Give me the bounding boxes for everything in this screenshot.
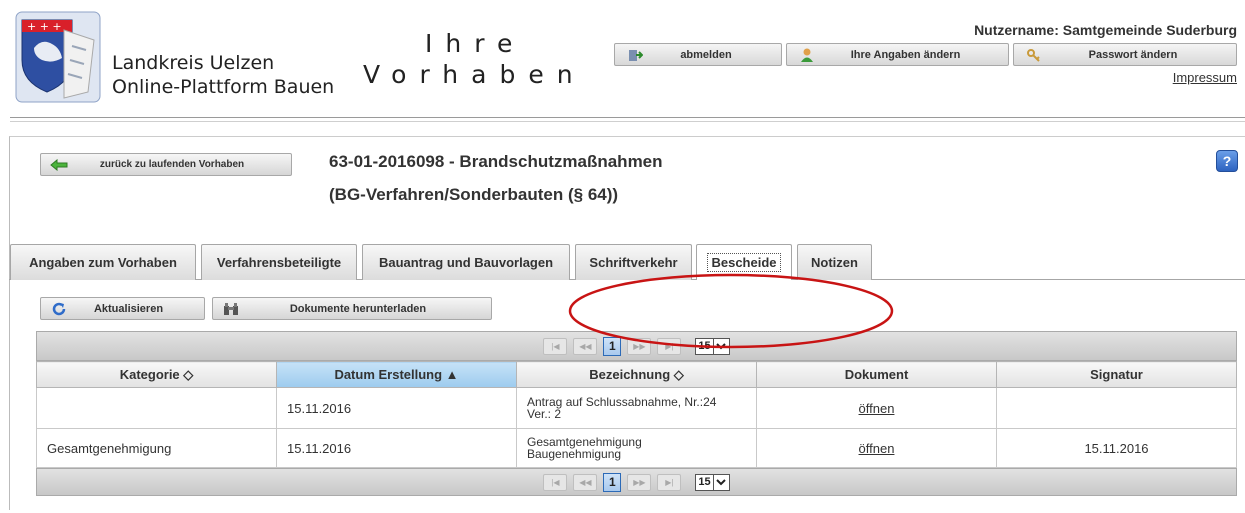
cell-signatur: [996, 387, 1237, 429]
column-header-bezeichnung[interactable]: Bezeichnung ◇: [516, 361, 757, 388]
bezeichnung-line2: Baugenehmigung: [527, 447, 622, 461]
user-icon: [797, 47, 817, 63]
refresh-button[interactable]: Aktualisieren: [40, 297, 205, 320]
tab-label: Schriftverkehr: [589, 255, 678, 270]
cell-datum: 15.11.2016: [276, 387, 517, 429]
tab-schriftverkehr[interactable]: Schriftverkehr: [575, 244, 692, 280]
content-left-border: [9, 280, 10, 510]
column-header-signatur: Signatur: [996, 361, 1237, 388]
arrow-left-icon: [49, 158, 69, 171]
header-divider: [10, 117, 1245, 118]
change-password-label: Passwort ändern: [1088, 48, 1178, 61]
current-page-button[interactable]: 1: [603, 472, 622, 492]
logout-door-icon: [625, 47, 645, 63]
logout-button[interactable]: abmelden: [614, 43, 782, 66]
pager-top: |◀ ◀◀ 1 ▶▶ ▶| 15: [36, 331, 1237, 361]
change-password-button[interactable]: Passwort ändern: [1013, 43, 1237, 66]
table-row[interactable]: 15.11.2016 Antrag auf Schlussabnahme, Nr…: [36, 387, 1237, 429]
tab-label: Bescheide: [707, 253, 781, 272]
first-page-icon[interactable]: |◀: [543, 337, 568, 355]
chevron-down-icon: [712, 338, 729, 354]
refresh-label: Aktualisieren: [93, 302, 164, 315]
tab-bescheide[interactable]: Bescheide: [696, 244, 792, 280]
header-divider-secondary: [10, 121, 1245, 122]
project-title: 63-01-2016098 - Brandschutzmaßnahmen: [329, 152, 663, 171]
edit-profile-label: Ihre Angaben ändern: [850, 48, 961, 61]
tab-label: Verfahrensbeteiligte: [216, 255, 342, 270]
refresh-icon: [49, 301, 69, 317]
cell-dokument: öffnen: [756, 387, 997, 429]
district-coat-of-arms-logo: + + +: [14, 10, 102, 104]
back-to-projects-label: zurück zu laufenden Vorhaben: [99, 159, 245, 170]
help-icon[interactable]: ?: [1216, 150, 1238, 172]
current-page-button[interactable]: 1: [603, 336, 622, 356]
open-document-link[interactable]: öffnen: [859, 401, 895, 416]
username-label: Nutzername: Samtgemeinde Suderburg: [974, 22, 1237, 38]
tab-label: Notizen: [811, 255, 858, 270]
decisions-table: |◀ ◀◀ 1 ▶▶ ▶| 15 Kategorie ◇ Datum Erste…: [36, 331, 1237, 496]
org-name: Landkreis Uelzen: [112, 52, 275, 74]
logout-label: abmelden: [680, 48, 732, 61]
column-header-kategorie[interactable]: Kategorie ◇: [36, 361, 277, 388]
cell-kategorie: Gesamtgenehmigung: [36, 428, 277, 468]
chevron-down-icon: [712, 474, 729, 490]
tab-bauantrag-und-bauvorlagen[interactable]: Bauantrag und Bauvorlagen: [362, 244, 570, 280]
tab-label: Angaben zum Vorhaben: [29, 255, 177, 270]
page-size-select[interactable]: 15: [695, 473, 730, 491]
next-page-icon[interactable]: ▶▶: [627, 337, 652, 355]
data-table: Kategorie ◇ Datum Erstellung ▲ Bezeichnu…: [36, 361, 1237, 468]
first-page-icon[interactable]: |◀: [543, 473, 568, 491]
download-documents-button[interactable]: Dokumente herunterladen: [212, 297, 492, 320]
back-to-projects-button[interactable]: zurück zu laufenden Vorhaben: [40, 153, 292, 176]
platform-name: Online-Plattform Bauen: [112, 76, 335, 98]
column-header-datum[interactable]: Datum Erstellung ▲: [276, 361, 517, 388]
impressum-link[interactable]: Impressum: [1173, 70, 1237, 85]
prev-page-icon[interactable]: ◀◀: [573, 473, 598, 491]
column-header-dokument: Dokument: [756, 361, 997, 388]
page-size-value: 15: [698, 476, 711, 488]
next-page-icon[interactable]: ▶▶: [627, 473, 652, 491]
tab-label: Bauantrag und Bauvorlagen: [378, 255, 554, 270]
tab-angaben-zum-vorhaben[interactable]: Angaben zum Vorhaben: [10, 244, 196, 280]
cell-signatur: 15.11.2016: [996, 428, 1237, 468]
open-document-link[interactable]: öffnen: [859, 441, 895, 456]
cell-kategorie: [36, 387, 277, 429]
download-binoculars-icon: [221, 302, 241, 316]
pager-bottom: |◀ ◀◀ 1 ▶▶ ▶| 15: [36, 468, 1237, 496]
svg-text:+ + +: + + +: [27, 20, 62, 33]
last-page-icon[interactable]: ▶|: [657, 473, 682, 491]
cell-dokument: öffnen: [756, 428, 997, 468]
prev-page-icon[interactable]: ◀◀: [573, 337, 598, 355]
download-documents-label: Dokumente herunterladen: [289, 302, 427, 315]
edit-profile-button[interactable]: Ihre Angaben ändern: [786, 43, 1009, 66]
cell-bezeichnung: Gesamtgenehmigung Baugenehmigung: [516, 428, 757, 468]
project-procedure: (BG-Verfahren/Sonderbauten (§ 64)): [329, 185, 619, 204]
tab-notizen[interactable]: Notizen: [797, 244, 872, 280]
page-title-line1: Ihre: [425, 29, 526, 58]
cell-bezeichnung: Antrag auf Schlussabnahme, Nr.:24 Ver.: …: [516, 387, 757, 429]
table-row[interactable]: Gesamtgenehmigung 15.11.2016 Gesamtgeneh…: [36, 428, 1237, 468]
last-page-icon[interactable]: ▶|: [657, 337, 682, 355]
tab-verfahrensbeteiligte[interactable]: Verfahrensbeteiligte: [201, 244, 357, 280]
cell-datum: 15.11.2016: [276, 428, 517, 468]
page-size-value: 15: [698, 340, 711, 352]
page-title-line2: Vorhaben: [363, 60, 586, 89]
bezeichnung-line2: Ver.: 2: [527, 407, 562, 421]
page-size-select[interactable]: 15: [695, 337, 730, 355]
key-icon: [1024, 47, 1044, 63]
